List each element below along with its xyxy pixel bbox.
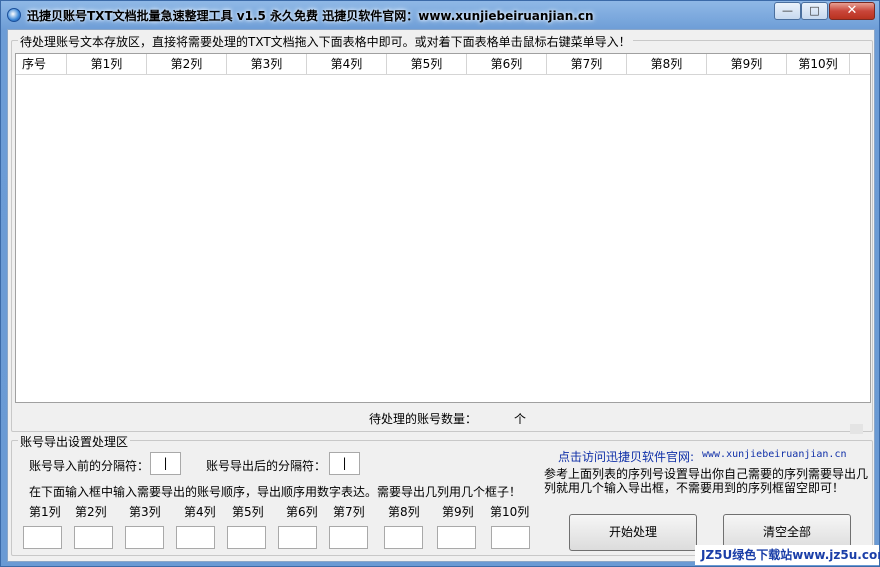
grid-col-6[interactable]: 第6列 — [467, 54, 547, 75]
grid-col-7[interactable]: 第7列 — [547, 54, 627, 75]
order-input-2[interactable] — [74, 526, 113, 549]
app-icon — [7, 8, 21, 22]
order-label-2: 第2列 — [75, 505, 107, 519]
window-title: 迅捷贝账号TXT文档批量急速整理工具 v1.5 永久免费 迅捷贝软件官网：www… — [27, 9, 594, 23]
order-input-5[interactable] — [227, 526, 266, 549]
grid-col-10[interactable]: 第10列 — [787, 54, 850, 75]
order-input-4[interactable] — [176, 526, 215, 549]
order-input-3[interactable] — [125, 526, 164, 549]
order-label-10: 第10列 — [490, 505, 530, 519]
site-link-url[interactable]: www.xunjiebeiruanjian.cn — [702, 449, 847, 460]
grid-col-3[interactable]: 第3列 — [227, 54, 307, 75]
account-grid[interactable]: 序号 第1列 第2列 第3列 第4列 第5列 第6列 第7列 第8列 第9列 第… — [15, 53, 871, 403]
export-separator-input[interactable]: | — [329, 452, 360, 475]
import-group: 待处理账号文本存放区，直接将需要处理的TXT文档拖入下面表格中即可。或对着下面表… — [11, 33, 873, 434]
order-input-8[interactable] — [384, 526, 423, 549]
order-input-9[interactable] — [437, 526, 476, 549]
grid-col-8[interactable]: 第8列 — [627, 54, 707, 75]
account-count-label: 待处理的账号数量： — [369, 412, 478, 426]
import-group-legend: 待处理账号文本存放区，直接将需要处理的TXT文档拖入下面表格中即可。或对着下面表… — [18, 33, 633, 50]
order-input-7[interactable] — [329, 526, 368, 549]
close-button[interactable]: ✕ — [829, 2, 875, 20]
grid-col-4[interactable]: 第4列 — [307, 54, 387, 75]
watermark: JZ5U绿色下载站www.jz5u.com — [695, 545, 880, 565]
grid-header: 序号 第1列 第2列 第3列 第4列 第5列 第6列 第7列 第8列 第9列 第… — [16, 54, 870, 75]
maximize-button[interactable]: □ — [801, 2, 828, 20]
import-separator-label: 账号导入前的分隔符： — [29, 459, 150, 473]
order-label-3: 第3列 — [129, 505, 161, 519]
grid-col-9[interactable]: 第9列 — [707, 54, 787, 75]
grid-col-1[interactable]: 第1列 — [67, 54, 147, 75]
client-area: 待处理账号文本存放区，直接将需要处理的TXT文档拖入下面表格中即可。或对着下面表… — [7, 29, 875, 562]
order-label-6: 第6列 — [286, 505, 318, 519]
order-label-5: 第5列 — [232, 505, 264, 519]
grid-col-2[interactable]: 第2列 — [147, 54, 227, 75]
site-link-label[interactable]: 点击访问迅捷贝软件官网: — [558, 448, 694, 465]
export-hint: 参考上面列表的序列号设置导出你自己需要的序列需要导出几列就用几个输入导出框，不需… — [544, 467, 869, 495]
import-separator-input[interactable]: | — [150, 452, 181, 475]
grid-col-5[interactable]: 第5列 — [387, 54, 467, 75]
app-window: 迅捷贝账号TXT文档批量急速整理工具 v1.5 永久免费 迅捷贝软件官网：www… — [0, 0, 880, 567]
export-group-legend: 账号导出设置处理区 — [18, 433, 131, 450]
export-group: 账号导出设置处理区 账号导入前的分隔符： | 账号导出后的分隔符： | 在下面输… — [11, 433, 873, 556]
account-count-unit: 个 — [514, 412, 527, 426]
order-label-8: 第8列 — [388, 505, 420, 519]
minimize-button[interactable]: — — [774, 2, 801, 20]
order-instruction: 在下面输入框中输入需要导出的账号顺序，导出顺序用数字表达。需要导出几列用几个框子… — [29, 485, 522, 499]
export-separator-label: 账号导出后的分隔符： — [206, 459, 327, 473]
order-input-1[interactable] — [23, 526, 62, 549]
title-bar[interactable]: 迅捷贝账号TXT文档批量急速整理工具 v1.5 永久免费 迅捷贝软件官网：www… — [1, 1, 879, 29]
order-label-7: 第7列 — [333, 505, 365, 519]
order-label-9: 第9列 — [442, 505, 474, 519]
grid-col-seq[interactable]: 序号 — [16, 54, 67, 75]
order-input-10[interactable] — [491, 526, 530, 549]
order-input-6[interactable] — [278, 526, 317, 549]
start-processing-button[interactable]: 开始处理 — [569, 514, 697, 551]
scroll-corner — [850, 424, 863, 434]
order-label-1: 第1列 — [29, 505, 61, 519]
order-label-4: 第4列 — [184, 505, 216, 519]
